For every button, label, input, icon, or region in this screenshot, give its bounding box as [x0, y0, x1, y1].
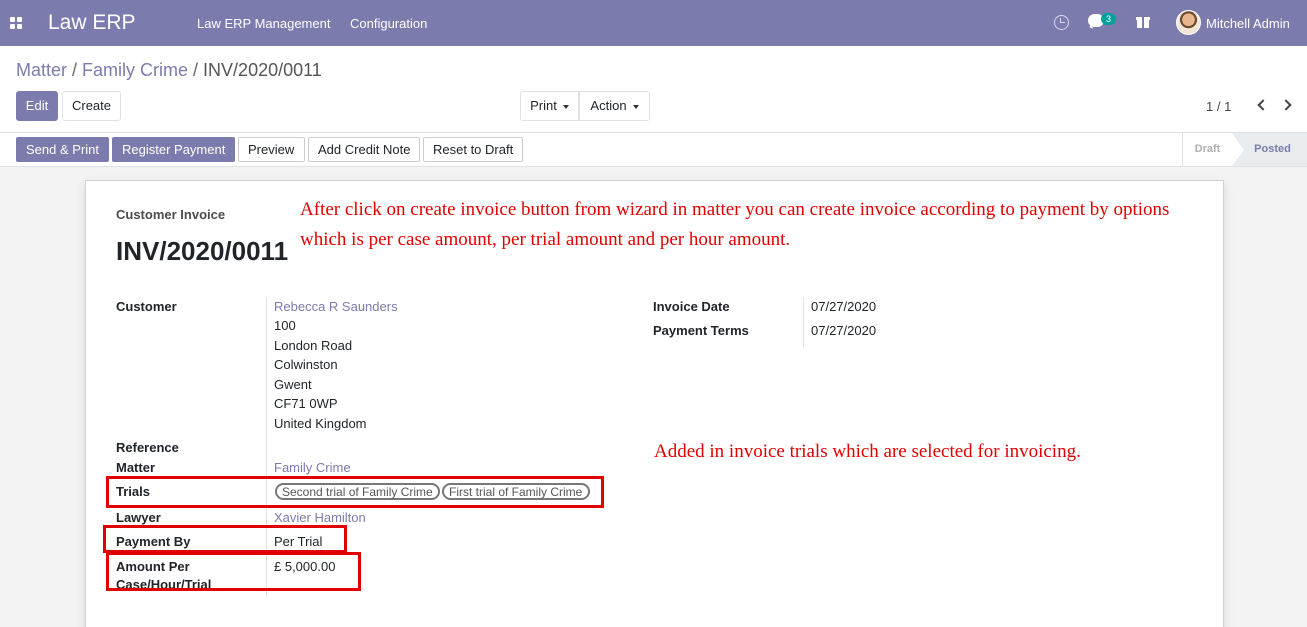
- user-avatar[interactable]: [1176, 10, 1201, 35]
- invoice-date-value: 07/27/2020: [811, 299, 877, 314]
- field-separator: [803, 297, 804, 347]
- annotation-note-1-line2: which is per case amount, per trial amou…: [300, 229, 791, 250]
- pager-value[interactable]: 1 / 1: [1206, 99, 1231, 114]
- payment-terms-label: Payment Terms: [653, 323, 749, 338]
- send-print-button[interactable]: Send & Print: [16, 137, 109, 162]
- register-payment-button[interactable]: Register Payment: [112, 137, 235, 162]
- annotation-note-1: After click on create invoice button fro…: [300, 195, 1169, 255]
- customer-label: Customer: [116, 299, 177, 314]
- edit-button[interactable]: Edit: [16, 91, 58, 121]
- statusbar: Send & Print Register Payment Preview Ad…: [0, 133, 1307, 167]
- breadcrumb-family-crime[interactable]: Family Crime: [82, 60, 188, 80]
- pager-previous-icon[interactable]: [1257, 99, 1269, 111]
- print-dropdown-button[interactable]: Print: [520, 91, 579, 121]
- invoice-date-label: Invoice Date: [653, 299, 730, 314]
- breadcrumb-separator: /: [72, 60, 78, 80]
- address-line: Gwent: [274, 377, 312, 392]
- document-type: Customer Invoice: [116, 207, 226, 222]
- activity-clock-icon[interactable]: [1054, 15, 1069, 30]
- user-name[interactable]: Mitchell Admin: [1206, 16, 1290, 31]
- gift-icon[interactable]: [1136, 15, 1150, 28]
- preview-button[interactable]: Preview: [238, 137, 305, 162]
- address-line: London Road: [274, 338, 353, 353]
- menu-configuration[interactable]: Configuration: [350, 16, 427, 31]
- add-credit-note-button[interactable]: Add Credit Note: [308, 137, 420, 162]
- lawyer-link[interactable]: Xavier Hamilton: [274, 510, 366, 525]
- reference-label: Reference: [116, 440, 179, 455]
- menu-law-erp-management[interactable]: Law ERP Management: [197, 16, 330, 31]
- reset-to-draft-button[interactable]: Reset to Draft: [423, 137, 523, 162]
- highlight-payment-by-box: [103, 525, 347, 553]
- annotation-note-1-line1: After click on create invoice button fro…: [300, 199, 1170, 220]
- highlight-trials-box: [106, 476, 604, 508]
- app-brand[interactable]: Law ERP: [48, 11, 136, 35]
- address-line: United Kingdom: [274, 416, 367, 431]
- action-label: Action: [590, 98, 627, 113]
- highlight-amount-box: [106, 552, 361, 591]
- customer-link[interactable]: Rebecca R Saunders: [274, 299, 398, 314]
- address-line: 100: [274, 318, 296, 333]
- breadcrumb-matter[interactable]: Matter: [16, 60, 67, 80]
- annotation-note-2: Added in invoice trials which are select…: [654, 441, 1081, 462]
- pager-next-icon[interactable]: [1280, 99, 1292, 111]
- breadcrumb: Matter / Family Crime / INV/2020/0011: [16, 60, 322, 81]
- caret-down-icon: [632, 104, 639, 109]
- matter-link[interactable]: Family Crime: [274, 460, 351, 475]
- invoice-number: INV/2020/0011: [116, 236, 289, 266]
- breadcrumb-separator: /: [193, 60, 199, 80]
- stage-draft: Draft: [1182, 133, 1232, 166]
- top-navbar: Law ERP Law ERP Management Configuration…: [0, 0, 1307, 46]
- caret-down-icon: [562, 104, 569, 109]
- payment-terms-value: 07/27/2020: [811, 323, 877, 338]
- stage-posted: Posted: [1232, 133, 1307, 166]
- apps-menu-icon[interactable]: [10, 17, 22, 29]
- print-label: Print: [530, 98, 557, 113]
- address-line: Colwinston: [274, 357, 338, 372]
- messages-count-badge: 3: [1101, 13, 1116, 25]
- matter-label: Matter: [116, 460, 156, 475]
- address-line: CF71 0WP: [274, 396, 338, 411]
- create-button[interactable]: Create: [62, 91, 121, 121]
- breadcrumb-current: INV/2020/0011: [203, 60, 322, 80]
- action-dropdown-button[interactable]: Action: [579, 91, 650, 121]
- lawyer-label: Lawyer: [116, 510, 161, 525]
